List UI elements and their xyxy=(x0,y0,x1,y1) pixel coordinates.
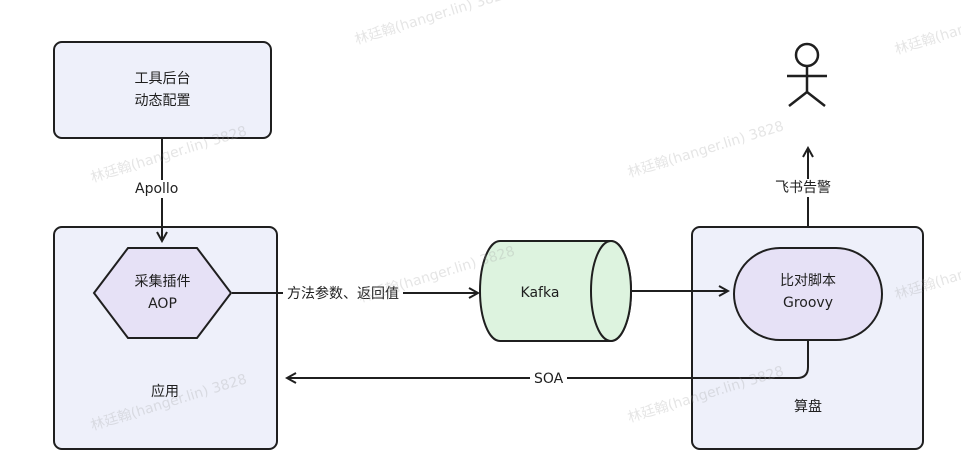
collector-label-line2: AOP xyxy=(148,296,177,312)
compare-label: 比对脚本 Groovy xyxy=(734,270,882,314)
tool-backend-label-line1: 工具后台 xyxy=(134,71,191,87)
compare-label-line2: Groovy xyxy=(783,295,833,311)
edge-label-params: 方法参数、返回值 xyxy=(283,285,403,303)
app-label: 应用 xyxy=(151,384,179,400)
compare-label-line1: 比对脚本 xyxy=(780,273,836,289)
collector-label: 采集插件 AOP xyxy=(94,271,231,315)
kafka-label: Kafka xyxy=(520,285,560,301)
tool-backend-label-line2: 动态配置 xyxy=(134,93,191,109)
tool-backend-label: 工具后台 动态配置 xyxy=(54,68,271,112)
edge-label-apollo: Apollo xyxy=(131,180,183,198)
edge-label-soa: SOA xyxy=(530,370,568,388)
suanpan-label: 算盘 xyxy=(794,399,822,415)
edge-label-feishu: 飞书告警 xyxy=(771,179,835,197)
stick-figure-user-icon xyxy=(787,42,827,107)
collector-label-line1: 采集插件 xyxy=(134,274,191,290)
diagram-canvas: 工具后台 动态配置 采集插件 AOP 应用 Kafka 比对脚本 Groovy … xyxy=(0,0,961,468)
